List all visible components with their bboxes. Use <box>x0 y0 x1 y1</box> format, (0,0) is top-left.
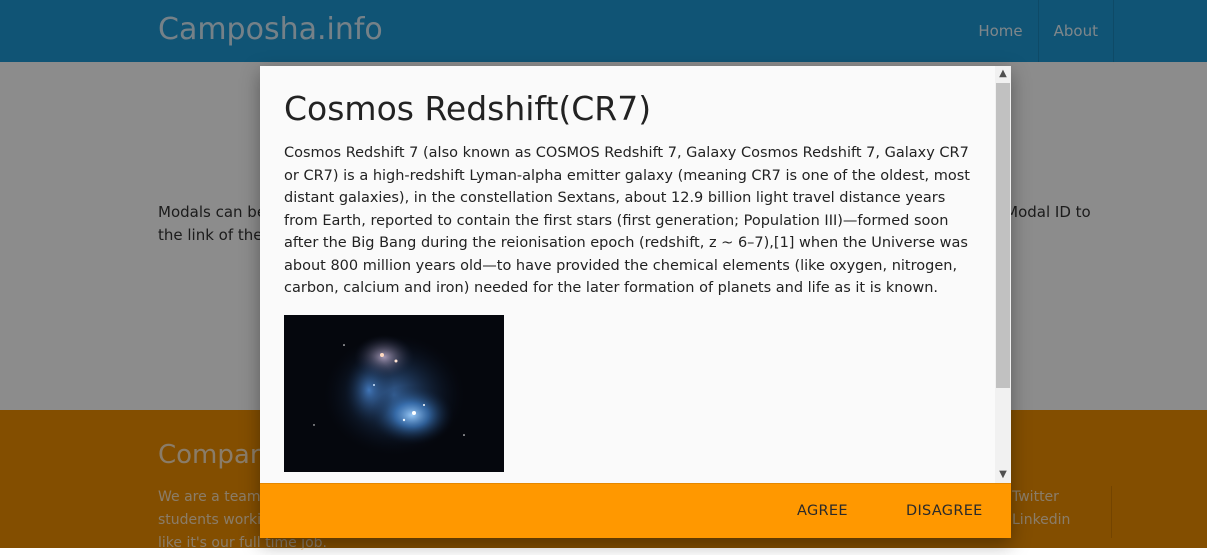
modal-content: Cosmos Redshift(CR7) Cosmos Redshift 7 (… <box>260 66 995 483</box>
galaxy-image <box>284 314 504 472</box>
modal-scrollbar[interactable]: ▲ ▼ <box>995 66 1011 483</box>
disagree-button[interactable]: DISAGREE <box>892 484 997 538</box>
scrollbar-thumb[interactable] <box>996 83 1010 388</box>
modal-dialog: Cosmos Redshift(CR7) Cosmos Redshift 7 (… <box>260 66 1011 538</box>
modal-title: Cosmos Redshift(CR7) <box>284 89 652 128</box>
chevron-up-icon[interactable]: ▲ <box>995 66 1011 82</box>
chevron-down-icon[interactable]: ▼ <box>995 467 1011 483</box>
modal-footer: AGREE DISAGREE <box>260 483 1011 538</box>
agree-button[interactable]: AGREE <box>783 484 862 538</box>
modal-body-text: Cosmos Redshift 7 (also known as COSMOS … <box>284 145 970 296</box>
